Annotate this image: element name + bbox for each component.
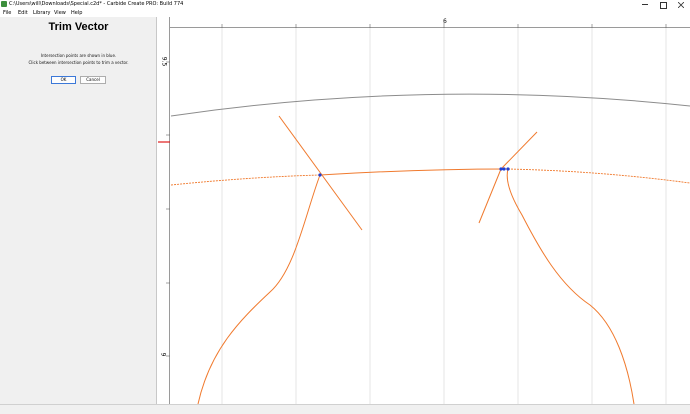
grid-lines [166,20,667,404]
status-bar [0,404,690,414]
intersection-point[interactable] [499,167,503,171]
right-cross-line-b[interactable] [478,168,502,224]
design-canvas[interactable] [0,0,690,414]
outer-arc-vector[interactable] [170,93,690,117]
solid-arc-middle[interactable] [319,168,509,176]
right-cross-line-a[interactable] [500,131,538,170]
intersection-point[interactable] [318,173,322,177]
dashed-arc-right[interactable] [507,168,690,184]
left-descending-curve[interactable] [197,174,321,405]
intersection-point[interactable] [502,167,506,171]
dashed-arc-left[interactable] [170,174,321,186]
intersection-point[interactable] [506,167,510,171]
right-descending-curve[interactable] [506,168,635,405]
